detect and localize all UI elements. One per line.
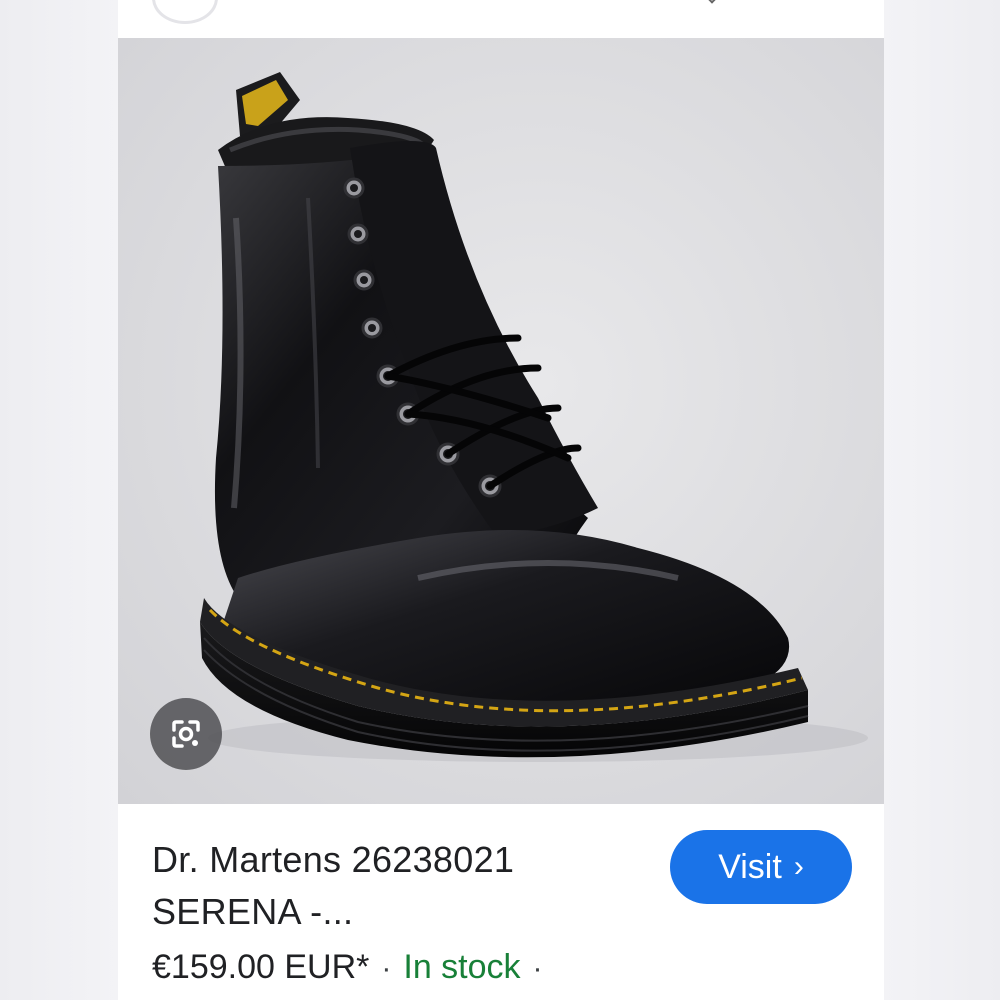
- chevron-down-icon: [706, 0, 718, 4]
- left-background: [0, 0, 118, 1000]
- avatar-icon[interactable]: [152, 0, 218, 24]
- boot-image: [200, 72, 868, 762]
- product-info: Dr. Martens 26238021 SERENA -... Visit ›…: [118, 804, 884, 1000]
- price-row: €159.00 EUR* · In stock ·: [152, 948, 555, 987]
- card-top-strip: [118, 0, 884, 38]
- visit-button[interactable]: Visit ›: [670, 830, 852, 904]
- product-image[interactable]: [118, 38, 884, 804]
- chevron-right-icon: ›: [793, 850, 804, 883]
- product-title-line-2: SERENA -...: [152, 891, 354, 932]
- price: €159.00 EUR*: [152, 948, 370, 986]
- stock-status: In stock: [403, 948, 521, 986]
- google-lens-icon: [172, 720, 200, 748]
- product-title[interactable]: Dr. Martens 26238021 SERENA -...: [152, 834, 622, 938]
- separator-dot: ·: [381, 952, 392, 985]
- google-lens-button[interactable]: [150, 698, 222, 770]
- product-card[interactable]: Dr. Martens 26238021 SERENA -... Visit ›…: [118, 0, 884, 1000]
- right-background: [884, 0, 1000, 1000]
- trailing-separator-dot: ·: [532, 952, 543, 985]
- visit-button-label: Visit: [718, 847, 782, 886]
- product-title-line-1: Dr. Martens 26238021: [152, 839, 515, 880]
